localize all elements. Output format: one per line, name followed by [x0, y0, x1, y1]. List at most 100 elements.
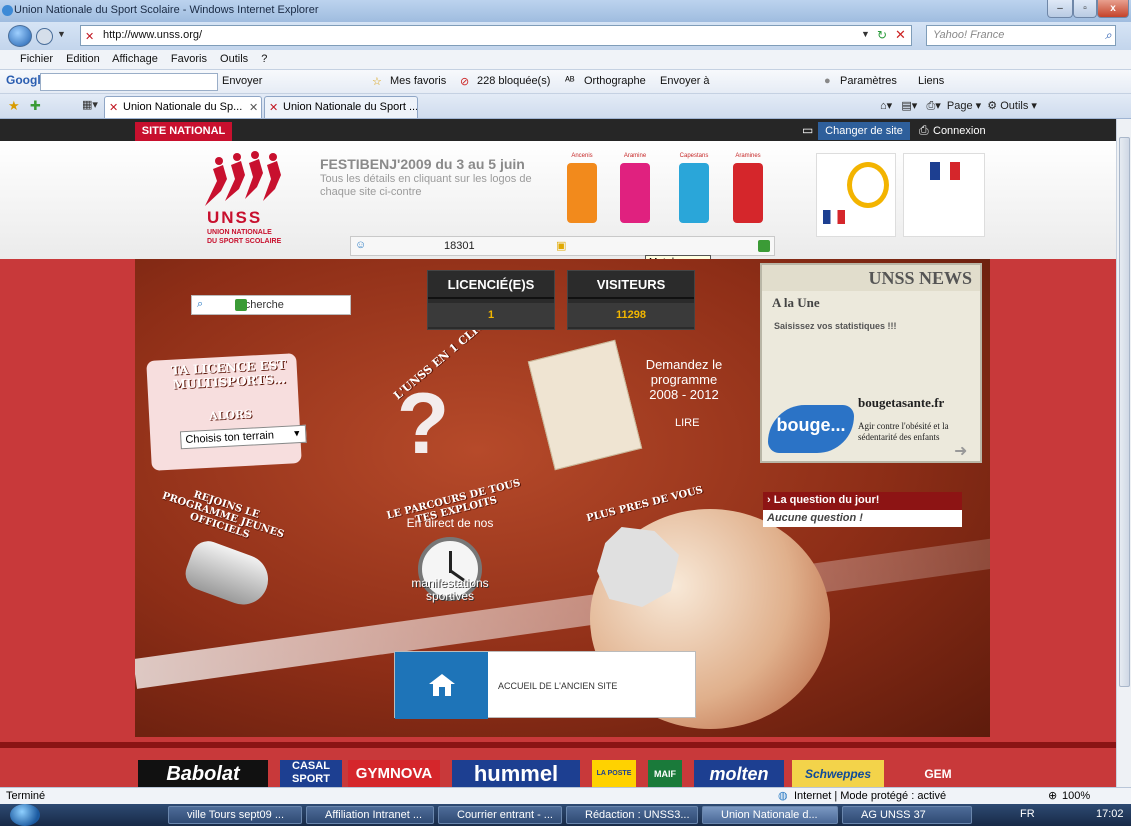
whistle-icon[interactable]	[180, 536, 276, 612]
page-menu[interactable]: Page	[947, 100, 973, 112]
envoyer-button[interactable]: Envoyer	[222, 75, 262, 87]
feeds-icon[interactable]: ▤▾	[901, 100, 917, 112]
minimize-button[interactable]: –	[1047, 0, 1073, 18]
search-field[interactable]: Yahoo! France ⌕	[926, 25, 1116, 46]
quick-tabs-icon[interactable]: ▦▾	[82, 98, 98, 111]
menu-edition[interactable]: Edition	[66, 53, 100, 65]
zoom-level[interactable]: 100%	[1062, 790, 1090, 802]
unss-logo[interactable]: UNSS UNION NATIONALE DU SPORT SCOLAIRE	[195, 151, 295, 261]
blocked-popups-button[interactable]: 228 bloquée(s)	[477, 75, 550, 87]
language-indicator[interactable]: FR	[1020, 808, 1035, 820]
programme-text[interactable]: Demandez le programme 2008 - 2012	[639, 357, 729, 402]
unss-favicon-icon: ✕	[269, 102, 279, 114]
refresh-icon[interactable]: ↻	[877, 28, 887, 42]
arrow-right-icon[interactable]: ➜	[954, 441, 967, 461]
site-header: UNSS UNION NATIONALE DU SPORT SCOLAIRE F…	[0, 141, 1116, 259]
sponsor-hummel[interactable]: hummel	[452, 760, 580, 787]
trophy-logo[interactable]: Capestans	[675, 153, 713, 225]
clock[interactable]: 17:02	[1096, 808, 1124, 820]
vertical-scrollbar[interactable]	[1116, 119, 1131, 787]
orthographe-button[interactable]: Orthographe	[584, 75, 646, 87]
sponsors-bar: Babolat CASAL SPORT GYMNOVA hummel LA PO…	[0, 742, 1116, 787]
search-go-icon[interactable]	[235, 299, 247, 311]
lire-link[interactable]: LIRE	[675, 417, 699, 429]
stop-icon[interactable]: ✕	[895, 27, 906, 43]
login-go-icon[interactable]	[758, 240, 770, 252]
maximize-button[interactable]: ▫	[1073, 0, 1097, 18]
sponsor-gem[interactable]: GEM	[896, 760, 980, 787]
ministere-education-logo[interactable]	[816, 153, 896, 237]
settings-icon: ●	[824, 75, 831, 87]
print-icon[interactable]: ⎙▾	[926, 100, 940, 112]
news-item-link[interactable]: Saisissez vos statistiques !!!	[774, 321, 897, 331]
programme-brochure[interactable]	[527, 339, 643, 471]
ie-icon	[2, 5, 13, 16]
add-favorite-icon[interactable]: ✚	[30, 98, 41, 114]
sponsor-maif[interactable]: MAIF	[648, 760, 682, 787]
login-id-input[interactable]: 18301	[444, 240, 475, 252]
trophy-label: Aramine	[623, 153, 647, 159]
taskbar-item[interactable]: AG UNSS 37	[842, 806, 972, 824]
tab-active[interactable]: ✕ Union Nationale du Sp... ✕	[104, 96, 262, 118]
changer-de-site-button[interactable]: Changer de site	[818, 122, 910, 140]
window-title-bar: Union Nationale du Sport Scolaire - Wind…	[0, 0, 1131, 22]
favorites-center-icon[interactable]: ★	[8, 98, 20, 114]
terrain-select[interactable]: Choisis ton terrain ▼	[179, 424, 307, 450]
sponsor-casal[interactable]: CASAL SPORT	[280, 760, 342, 787]
trophy-label: Capestans	[679, 153, 709, 159]
favoris-button[interactable]: Mes favoris	[390, 75, 446, 87]
close-button[interactable]: x	[1097, 0, 1129, 18]
sponsor-molten[interactable]: molten	[694, 760, 784, 787]
taskbar-item[interactable]: Rédaction : UNSS3...	[566, 806, 698, 824]
outils-menu[interactable]: Outils	[1000, 100, 1028, 112]
licence-card[interactable]: TA LICENCE EST MULTISPORTS... ALORS Choi…	[146, 353, 307, 471]
site-national-tab[interactable]: SITE NATIONAL	[135, 122, 232, 141]
ancien-site-button[interactable]: ACCUEIL DE L'ANCIEN SITE	[394, 651, 696, 719]
tab-close-icon[interactable]: ✕	[249, 101, 258, 114]
bouge-logo[interactable]: bouge...	[768, 405, 854, 453]
forward-button[interactable]	[36, 28, 53, 45]
question-title: › La question du jour!	[763, 492, 962, 510]
menu-outils[interactable]: Outils	[220, 53, 248, 65]
recent-pages-dropdown-icon[interactable]: ▼	[57, 29, 66, 39]
ministere-jeunesse-logo[interactable]	[903, 153, 985, 237]
visiteurs-counter: VISITEURS 11298	[567, 270, 695, 330]
parametres-button[interactable]: Paramètres	[840, 75, 897, 87]
envoyer-a-button[interactable]: Envoyer à	[660, 75, 710, 87]
lock-icon: ▣	[556, 240, 567, 252]
menu-favoris[interactable]: Favoris	[171, 53, 207, 65]
sponsor-gymnova[interactable]: GYMNOVA	[348, 760, 440, 787]
search-icon[interactable]: ⌕	[1105, 28, 1112, 43]
sponsor-schweppes[interactable]: Schweppes	[792, 760, 884, 787]
address-field[interactable]: ✕ http://www.unss.org/ ▼ ↻ ✕	[80, 25, 912, 46]
taskbar-item[interactable]: ville Tours sept09 ...	[168, 806, 302, 824]
start-button[interactable]	[10, 804, 40, 826]
search-icon: ⌕	[197, 298, 204, 310]
question-mark-icon[interactable]: ?	[393, 379, 453, 469]
menu-affichage[interactable]: Affichage	[112, 53, 158, 65]
tab-inactive[interactable]: ✕ Union Nationale du Sport ...	[264, 96, 418, 118]
liens-button[interactable]: Liens	[918, 75, 944, 87]
connexion-link[interactable]: Connexion	[933, 125, 986, 137]
password-input[interactable]	[573, 238, 753, 254]
taskbar-item[interactable]: Courrier entrant - ...	[438, 806, 562, 824]
back-button[interactable]	[8, 25, 32, 47]
taskbar-item[interactable]: Affiliation Intranet ...	[306, 806, 434, 824]
star-icon: ☆	[372, 76, 382, 88]
trophy-logo[interactable]: Aramines	[729, 153, 767, 225]
menu-help[interactable]: ?	[261, 53, 267, 65]
sponsor-babolat[interactable]: Babolat	[138, 760, 268, 787]
google-search-input[interactable]	[40, 73, 218, 91]
trophy-logo[interactable]: Ancenis	[563, 153, 601, 225]
tab-label: Union Nationale du Sport ...	[283, 101, 418, 113]
search-input[interactable]: ⌕ recherche	[191, 295, 351, 315]
menu-fichier[interactable]: Fichier	[20, 53, 53, 65]
scrollbar-thumb[interactable]	[1119, 137, 1130, 687]
trophy-logo[interactable]: Aramine	[616, 153, 654, 225]
trophy-label: Ancenis	[571, 153, 593, 159]
bougetasante-link[interactable]: bougetasante.fr	[858, 395, 944, 411]
sponsor-la-poste[interactable]: LA POSTE	[592, 760, 636, 787]
taskbar-item-active[interactable]: Union Nationale d...	[702, 806, 838, 824]
address-dropdown-icon[interactable]: ▼	[861, 29, 870, 39]
home-icon[interactable]: ⌂▾	[880, 100, 892, 112]
